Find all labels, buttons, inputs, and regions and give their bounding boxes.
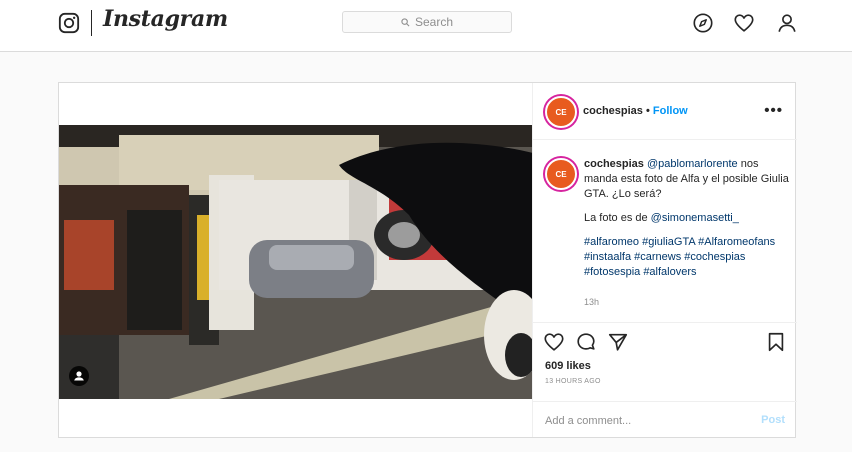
caption-hashtags[interactable]: #alfaromeo #giuliaGTA #Alfaromeofans #in… bbox=[584, 235, 789, 280]
user-tag-icon[interactable] bbox=[69, 366, 89, 386]
search-placeholder: Search bbox=[414, 15, 454, 29]
like-heart-icon[interactable] bbox=[543, 331, 565, 353]
post-card: CE cochespias • Follow ••• CE cochespias… bbox=[58, 82, 797, 438]
comment-input[interactable] bbox=[545, 413, 735, 429]
author-username[interactable]: cochespias bbox=[583, 105, 643, 117]
post-caption: cochespias @pablomarlorente nos manda es… bbox=[584, 157, 789, 289]
separator-dot: • bbox=[645, 105, 650, 117]
caption-avatar[interactable]: CE bbox=[545, 158, 577, 190]
add-comment-bar: Post bbox=[533, 401, 797, 437]
share-send-icon[interactable] bbox=[607, 331, 629, 353]
instagram-wordmark[interactable]: Instagram bbox=[103, 6, 228, 32]
post-photo[interactable] bbox=[59, 83, 533, 437]
explore-compass-icon[interactable] bbox=[692, 12, 714, 34]
post-photo-image bbox=[59, 125, 533, 399]
comment-icon[interactable] bbox=[575, 331, 597, 353]
post-sidebar: CE cochespias • Follow ••• CE cochespias… bbox=[532, 83, 797, 437]
search-icon bbox=[401, 17, 410, 26]
likes-count[interactable]: 609 likes bbox=[545, 360, 591, 372]
post-comment-button[interactable]: Post bbox=[761, 414, 785, 426]
activity-heart-icon[interactable] bbox=[733, 12, 755, 34]
post-header-info: cochespias • Follow bbox=[583, 105, 688, 117]
caption-username[interactable]: cochespias bbox=[584, 158, 644, 170]
logo-divider bbox=[91, 10, 92, 36]
caption-credit-mention[interactable]: @simonemasetti_ bbox=[651, 212, 739, 224]
top-navigation-bar: Instagram Search bbox=[0, 0, 852, 52]
caption-mention[interactable]: @pablomarlorente bbox=[647, 158, 738, 170]
save-bookmark-icon[interactable] bbox=[765, 331, 787, 353]
profile-icon[interactable] bbox=[776, 12, 798, 34]
post-header: CE cochespias • Follow ••• bbox=[533, 83, 797, 140]
comment-timestamp: 13h bbox=[584, 297, 600, 307]
post-timestamp[interactable]: 13 HOURS AGO bbox=[545, 378, 601, 385]
more-options-icon[interactable]: ••• bbox=[764, 102, 783, 119]
caption-photo-credit: La foto es de bbox=[584, 212, 648, 224]
post-actions: 609 likes 13 HOURS AGO Post bbox=[533, 322, 797, 437]
search-input[interactable]: Search bbox=[342, 11, 512, 33]
follow-button[interactable]: Follow bbox=[653, 105, 688, 117]
author-avatar[interactable]: CE bbox=[545, 96, 577, 128]
instagram-logo-icon[interactable] bbox=[58, 12, 80, 34]
